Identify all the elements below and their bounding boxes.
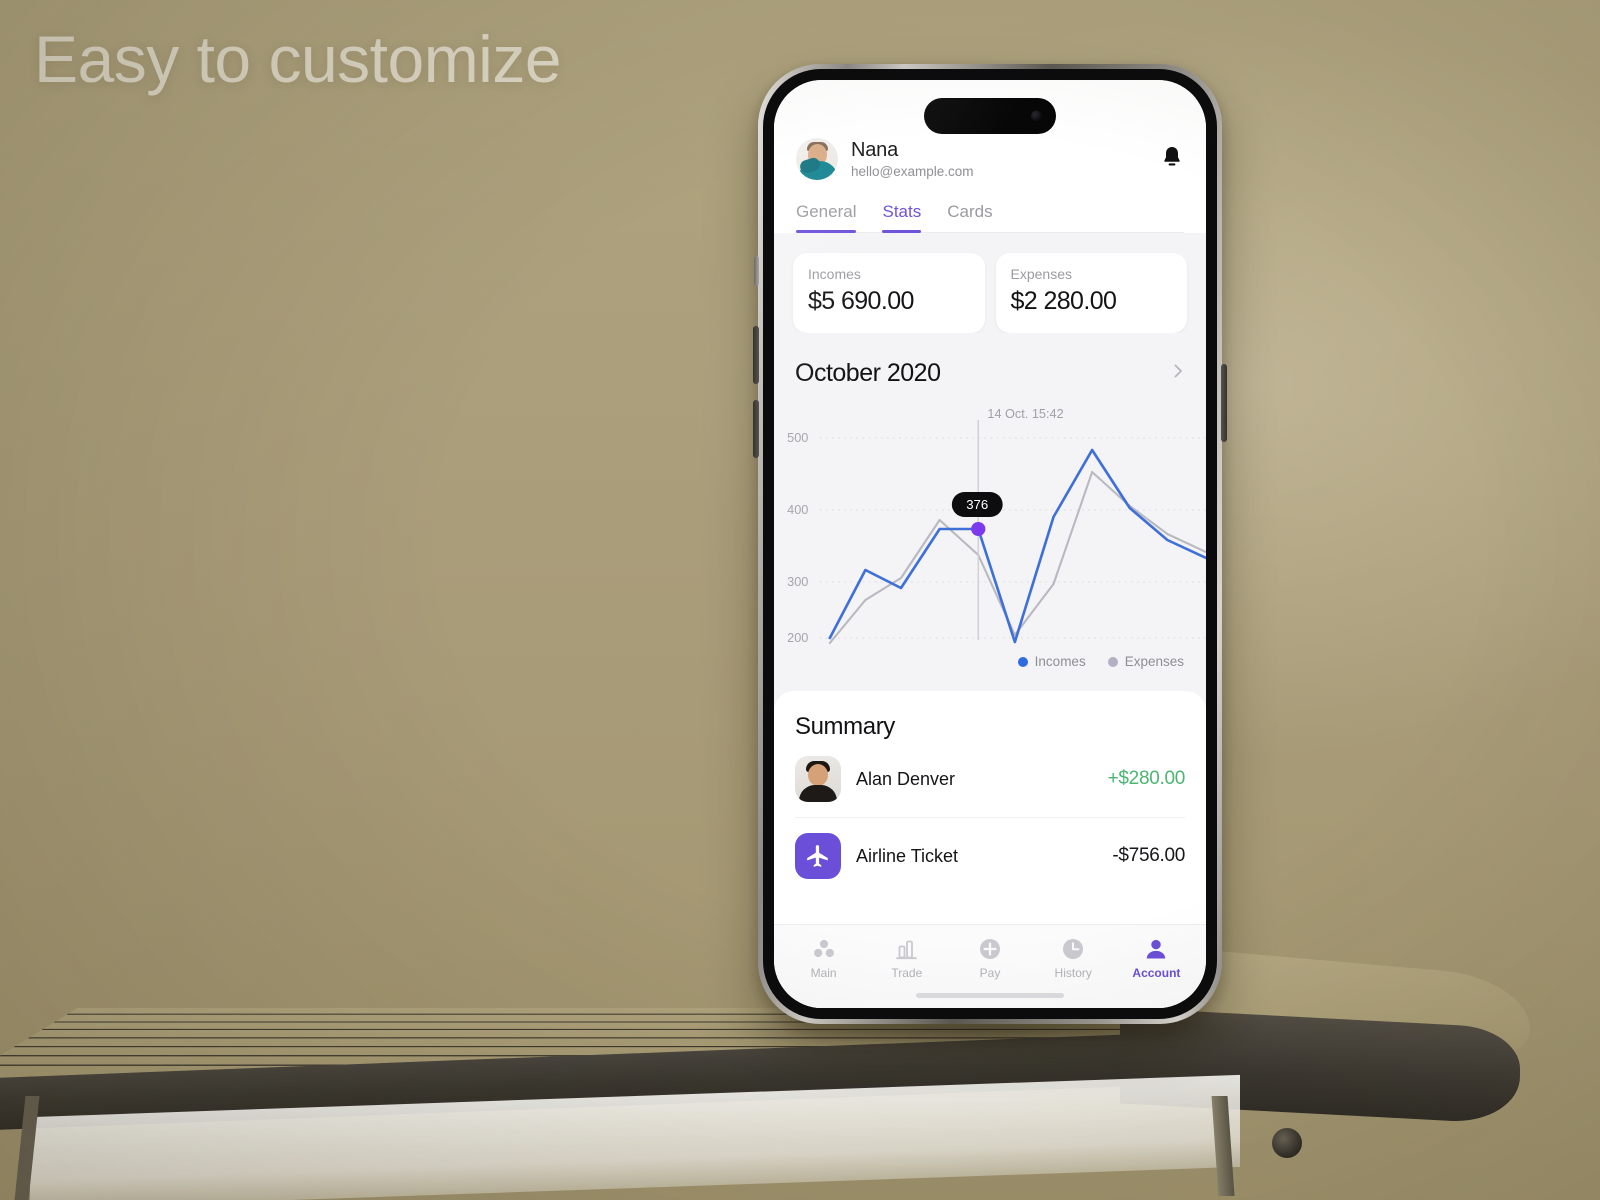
- tab-account-label: Account: [1132, 966, 1180, 980]
- phone-screen: Nana hello@example.com General Stats Car…: [774, 80, 1206, 1008]
- ytick-300: 300: [787, 575, 808, 589]
- list-item[interactable]: Airline Ticket -$756.00: [795, 818, 1185, 894]
- chart-legend: Incomes Expenses: [774, 650, 1206, 669]
- chart-tooltip-value: 376: [966, 497, 988, 512]
- chart-tooltip: 376: [952, 492, 1003, 517]
- bell-icon[interactable]: [1160, 144, 1184, 175]
- tab-trade[interactable]: Trade: [865, 937, 948, 980]
- legend-item-incomes: Incomes: [1018, 654, 1086, 669]
- home-indicator[interactable]: [916, 993, 1064, 998]
- tab-account[interactable]: Account: [1115, 937, 1198, 980]
- profile-name: Nana: [851, 139, 974, 162]
- volume-up-button[interactable]: [753, 326, 759, 384]
- summary-row-name: Alan Denver: [856, 769, 955, 790]
- bench-bolt: [1272, 1128, 1302, 1158]
- stat-value-expenses: $2 280.00: [1011, 287, 1173, 316]
- overlay-headline: Easy to customize: [34, 22, 561, 98]
- chart-section: October 2020 500 400 300 200 14 Oct. 15:…: [774, 333, 1206, 669]
- legend-dot-incomes: [1018, 657, 1028, 667]
- stat-card-expenses[interactable]: Expenses $2 280.00: [996, 253, 1188, 333]
- person-icon: [1143, 937, 1169, 961]
- silence-switch[interactable]: [754, 256, 759, 286]
- legend-dot-expenses: [1108, 657, 1118, 667]
- clock-icon: [1060, 937, 1086, 961]
- volume-down-button[interactable]: [753, 400, 759, 458]
- ytick-200: 200: [787, 631, 808, 645]
- stat-label-expenses: Expenses: [1011, 266, 1173, 282]
- tab-history[interactable]: History: [1032, 937, 1115, 980]
- tab-history-label: History: [1055, 966, 1092, 980]
- tab-cards[interactable]: Cards: [947, 202, 992, 232]
- plus-circle-icon: [977, 937, 1003, 961]
- ytick-500: 500: [787, 431, 808, 445]
- summary-title: Summary: [795, 713, 1185, 741]
- chart-svg: 500 400 300 200 14 Oct. 15:42 376: [779, 400, 1206, 650]
- phone-bezel: Nana hello@example.com General Stats Car…: [763, 69, 1217, 1019]
- legend-item-expenses: Expenses: [1108, 654, 1184, 669]
- chart-annotation-time: 14 Oct. 15:42: [987, 407, 1063, 421]
- chart-active-point: [971, 522, 985, 536]
- ytick-400: 400: [787, 503, 808, 517]
- list-item[interactable]: Alan Denver +$280.00: [795, 741, 1185, 818]
- tab-pay-label: Pay: [980, 966, 1001, 980]
- tab-main[interactable]: Main: [782, 937, 865, 980]
- stat-label-incomes: Incomes: [808, 266, 970, 282]
- summary-row-amount: +$280.00: [1108, 768, 1185, 790]
- airplane-icon: [795, 833, 841, 879]
- legend-label-expenses: Expenses: [1125, 654, 1184, 669]
- tab-stats[interactable]: Stats: [882, 202, 921, 232]
- series-incomes: [830, 450, 1206, 642]
- tab-pay[interactable]: Pay: [948, 937, 1031, 980]
- tab-trade-label: Trade: [891, 966, 922, 980]
- chevron-right-icon[interactable]: [1169, 362, 1187, 385]
- avatar[interactable]: [796, 138, 838, 180]
- summary-row-amount: -$756.00: [1112, 845, 1185, 867]
- profile-email: hello@example.com: [851, 164, 974, 179]
- stat-card-incomes[interactable]: Incomes $5 690.00: [793, 253, 985, 333]
- chart-header: October 2020: [774, 359, 1206, 388]
- tab-general[interactable]: General: [796, 202, 856, 232]
- chart-month-title: October 2020: [795, 359, 941, 388]
- power-button[interactable]: [1221, 364, 1227, 442]
- dots-grid-icon: [811, 937, 837, 961]
- app-body: Incomes $5 690.00 Expenses $2 280.00 Oct…: [774, 233, 1206, 1008]
- stat-cards: Incomes $5 690.00 Expenses $2 280.00: [774, 233, 1206, 333]
- user-photo-icon: [795, 756, 841, 802]
- stat-value-incomes: $5 690.00: [808, 287, 970, 316]
- phone-mockup: Nana hello@example.com General Stats Car…: [758, 64, 1222, 1024]
- section-tabs: General Stats Cards: [796, 202, 1184, 233]
- tab-main-label: Main: [811, 966, 837, 980]
- line-chart[interactable]: 500 400 300 200 14 Oct. 15:42 376: [774, 400, 1206, 650]
- dynamic-island: [924, 98, 1056, 134]
- front-camera-icon: [1031, 111, 1042, 122]
- summary-row-name: Airline Ticket: [856, 846, 958, 867]
- profile-row[interactable]: Nana hello@example.com: [796, 138, 1184, 180]
- chart-gridlines: [820, 438, 1206, 638]
- series-expenses: [830, 472, 1206, 643]
- summary-section: Summary Alan Denver +$280.00 Airline Tic…: [774, 691, 1206, 924]
- bar-chart-icon: [894, 937, 920, 961]
- legend-label-incomes: Incomes: [1035, 654, 1086, 669]
